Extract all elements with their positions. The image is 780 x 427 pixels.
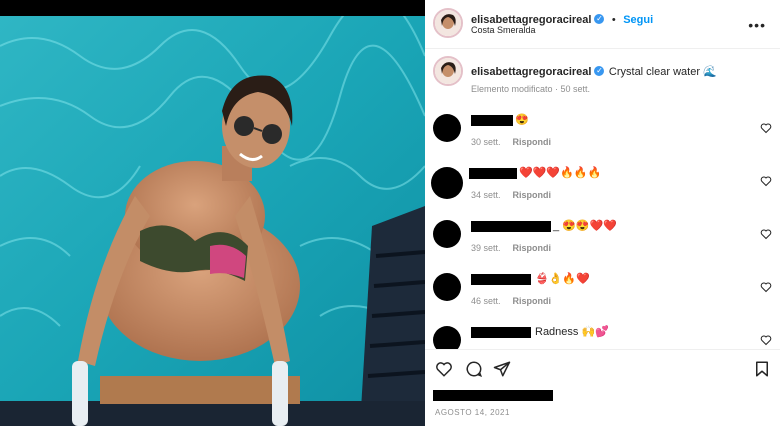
post-date: AGOSTO 14, 2021: [435, 408, 510, 417]
top-black-bar: [0, 0, 425, 16]
comment-item: Radness 🙌💕: [425, 318, 780, 349]
redacted-username: [471, 115, 513, 126]
more-options-icon[interactable]: •••: [748, 17, 766, 33]
comment-meta: 30 sett. Rispondi: [471, 137, 551, 147]
post-image-illustration: [0, 16, 425, 426]
post-actions: AGOSTO 14, 2021: [425, 349, 780, 427]
verified-badge-icon: ✓: [594, 13, 605, 24]
caption-meta: Elemento modificato · 50 sett.: [471, 84, 591, 94]
comment-time: 34 sett.: [471, 190, 501, 200]
comment-item: ❤️❤️❤️🔥🔥🔥 34 sett. Rispondi: [425, 159, 780, 209]
heart-icon[interactable]: [435, 360, 453, 378]
reply-button[interactable]: Rispondi: [513, 190, 552, 200]
comment-time: 30 sett.: [471, 137, 501, 147]
send-icon[interactable]: [493, 360, 511, 378]
verified-badge-icon: ✓: [594, 65, 605, 76]
author-avatar[interactable]: [433, 8, 463, 38]
comment-item: 👙👌🔥❤️ 46 sett. Rispondi: [425, 265, 780, 315]
post-photo[interactable]: [0, 16, 425, 426]
redacted-username: [471, 221, 551, 232]
comment-text: _ 😍😍❤️❤️: [553, 220, 617, 232]
caption-text: Crystal clear water 🌊: [608, 66, 717, 78]
avatar-photo: [435, 10, 461, 36]
reply-button[interactable]: Rispondi: [513, 296, 552, 306]
comment-icon[interactable]: [465, 360, 483, 378]
post-side-panel: elisabettagregoracireal ✓ • Segui Costa S…: [425, 0, 780, 426]
comment-text: ❤️❤️❤️🔥🔥🔥: [519, 167, 602, 179]
commenter-avatar[interactable]: [433, 114, 461, 142]
caption-username[interactable]: elisabettagregoracireal: [471, 66, 591, 78]
redacted-username: [471, 274, 531, 285]
redacted-likes: [433, 390, 553, 401]
post-caption: elisabettagregoracireal ✓ Crystal clear w…: [425, 56, 780, 96]
comment-like-heart-icon[interactable]: [760, 281, 772, 293]
comment-text: Radness 🙌💕: [535, 326, 609, 338]
caption-author-avatar[interactable]: [433, 56, 463, 86]
bookmark-icon[interactable]: [753, 360, 771, 378]
instagram-post-view: elisabettagregoracireal ✓ • Segui Costa S…: [0, 0, 780, 426]
avatar-photo: [435, 58, 461, 84]
comment-like-heart-icon[interactable]: [760, 122, 772, 134]
commenter-avatar[interactable]: [433, 273, 461, 301]
reply-button[interactable]: Rispondi: [513, 137, 552, 147]
commenter-avatar[interactable]: [433, 220, 461, 248]
post-location[interactable]: Costa Smeralda: [471, 25, 536, 35]
comment-item: 😍 30 sett. Rispondi: [425, 106, 780, 156]
comment-text: 😍: [515, 114, 529, 126]
reply-button[interactable]: Rispondi: [513, 243, 552, 253]
post-header: elisabettagregoracireal ✓ • Segui Costa S…: [425, 0, 780, 49]
comment-like-heart-icon[interactable]: [760, 334, 772, 346]
commenter-avatar[interactable]: [431, 167, 463, 199]
dot-separator: •: [611, 14, 616, 26]
comment-time: 46 sett.: [471, 296, 501, 306]
comment-meta: 46 sett. Rispondi: [471, 296, 551, 306]
commenter-avatar[interactable]: [433, 326, 461, 349]
comment-text: 👙👌🔥❤️: [535, 273, 590, 285]
comment-like-heart-icon[interactable]: [760, 175, 772, 187]
follow-button[interactable]: Segui: [623, 14, 653, 26]
redacted-username: [469, 168, 517, 179]
comment-item: _ 😍😍❤️❤️ 39 sett. Rispondi: [425, 212, 780, 262]
comment-time: 39 sett.: [471, 243, 501, 253]
redacted-username: [471, 327, 531, 338]
comment-meta: 39 sett. Rispondi: [471, 243, 551, 253]
comment-like-heart-icon[interactable]: [760, 228, 772, 240]
comment-meta: 34 sett. Rispondi: [471, 190, 551, 200]
